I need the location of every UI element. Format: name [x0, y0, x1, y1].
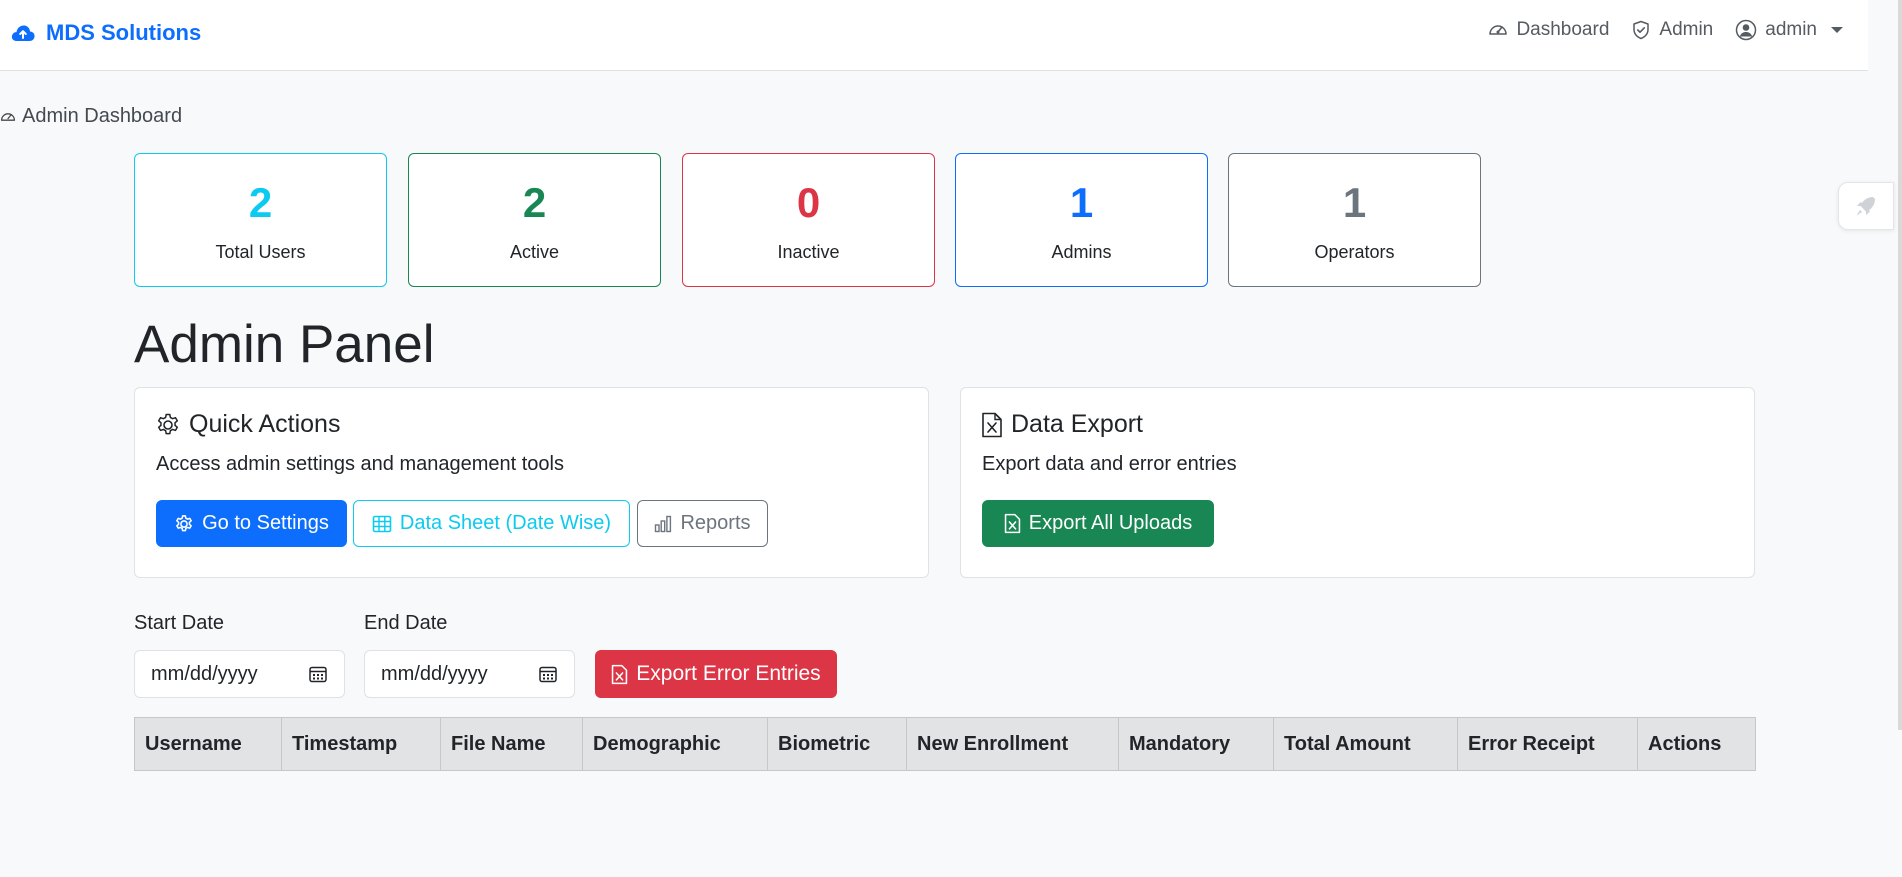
column-header-actions: Actions: [1637, 717, 1756, 771]
gear-icon: [155, 412, 181, 438]
column-header-biometric: Biometric: [767, 717, 907, 771]
start-date-label: Start Date: [134, 612, 225, 634]
stat-label: Inactive: [777, 242, 840, 262]
stat-card-admins: 1 Admins: [955, 153, 1208, 287]
stat-card-inactive: 0 Inactive: [682, 153, 935, 287]
export-error-entries-button[interactable]: Export Error Entries: [595, 650, 837, 698]
table-icon: [372, 514, 392, 534]
rocket-icon: [1853, 193, 1879, 219]
file-excel-icon: [611, 664, 628, 685]
card-title-label: Data Export: [1011, 410, 1144, 438]
data-sheet-button[interactable]: Data Sheet (Date Wise): [353, 500, 630, 547]
stat-label: Total Users: [215, 242, 306, 262]
column-header-total-amount: Total Amount: [1273, 717, 1458, 771]
data-export-title: Data Export: [981, 410, 1143, 439]
brand-name: MDS Solutions: [46, 20, 202, 45]
file-excel-icon: [981, 412, 1003, 438]
export-all-uploads-button[interactable]: Export All Uploads: [982, 500, 1214, 547]
quick-actions-card: Quick Actions Access admin settings and …: [134, 387, 929, 578]
cloud-upload-icon: [10, 23, 36, 43]
nav-admin-label: Admin: [1659, 19, 1714, 40]
data-export-description: Export data and error entries: [982, 453, 1237, 475]
stat-label: Operators: [1314, 242, 1395, 262]
column-header-username: Username: [134, 717, 282, 771]
chevron-down-icon: [1831, 27, 1843, 33]
user-circle-icon: [1735, 19, 1757, 41]
start-date-input[interactable]: mm/dd/yyyy: [134, 650, 345, 698]
button-label: Go to Settings: [202, 512, 329, 534]
nav-dashboard-link[interactable]: Dashboard: [1488, 19, 1609, 41]
page-title: Admin Panel: [134, 315, 435, 374]
speedometer-icon: [0, 109, 16, 125]
date-placeholder: mm/dd/yyyy: [151, 662, 258, 685]
floating-rocket-button[interactable]: [1838, 182, 1894, 230]
reports-button[interactable]: Reports: [637, 500, 768, 547]
button-label: Reports: [680, 512, 751, 534]
file-excel-icon: [1004, 513, 1021, 534]
column-header-timestamp: Timestamp: [281, 717, 441, 771]
scrollbar-thumb[interactable]: [1898, 0, 1902, 730]
top-navbar: MDS Solutions Dashboard Admin admin: [0, 0, 1868, 71]
stat-value: 1: [1342, 179, 1367, 226]
table-header-row: Username Timestamp File Name Demographic…: [134, 717, 1756, 771]
quick-actions-title: Quick Actions: [155, 410, 340, 439]
calendar-icon[interactable]: [538, 664, 558, 684]
column-header-new-enrollment: New Enrollment: [906, 717, 1119, 771]
end-date-label: End Date: [364, 612, 448, 634]
uploads-table: Username Timestamp File Name Demographic…: [134, 717, 1756, 771]
gear-icon: [174, 514, 194, 534]
button-label: Data Sheet (Date Wise): [399, 512, 612, 534]
nav-admin-link[interactable]: Admin: [1631, 19, 1713, 41]
column-header-mandatory: Mandatory: [1118, 717, 1274, 771]
data-export-card: Data Export Export data and error entrie…: [960, 387, 1755, 578]
end-date-input[interactable]: mm/dd/yyyy: [364, 650, 575, 698]
date-placeholder: mm/dd/yyyy: [381, 662, 488, 685]
bar-chart-icon: [654, 515, 672, 533]
stat-card-operators: 1 Operators: [1228, 153, 1481, 287]
column-header-file-name: File Name: [440, 717, 583, 771]
column-header-demographic: Demographic: [582, 717, 768, 771]
go-to-settings-button[interactable]: Go to Settings: [156, 500, 347, 547]
stat-value: 2: [248, 179, 273, 226]
page-heading-small: Admin Dashboard: [0, 105, 182, 128]
stat-value: 0: [796, 179, 821, 226]
stat-label: Admins: [1051, 242, 1112, 262]
page-scrollbar[interactable]: [1868, 0, 1902, 877]
stat-card-active: 2 Active: [408, 153, 661, 287]
button-label: Export All Uploads: [1028, 512, 1193, 534]
brand-link[interactable]: MDS Solutions: [10, 20, 201, 46]
speedometer-icon: [1488, 20, 1508, 40]
page-crumb-label: Admin Dashboard: [22, 105, 183, 127]
nav-dashboard-label: Dashboard: [1516, 19, 1610, 40]
stat-value: 1: [1069, 179, 1094, 226]
calendar-icon[interactable]: [308, 664, 328, 684]
stat-value: 2: [522, 179, 547, 226]
shield-icon: [1631, 20, 1651, 40]
quick-actions-description: Access admin settings and management too…: [156, 453, 564, 475]
stat-label: Active: [509, 242, 560, 262]
card-title-label: Quick Actions: [189, 410, 341, 438]
button-label: Export Error Entries: [636, 662, 821, 685]
stat-card-total-users: 2 Total Users: [134, 153, 387, 287]
column-header-error-receipt: Error Receipt: [1457, 717, 1638, 771]
user-menu-label: admin: [1765, 19, 1817, 40]
user-menu-dropdown[interactable]: admin: [1735, 19, 1843, 41]
